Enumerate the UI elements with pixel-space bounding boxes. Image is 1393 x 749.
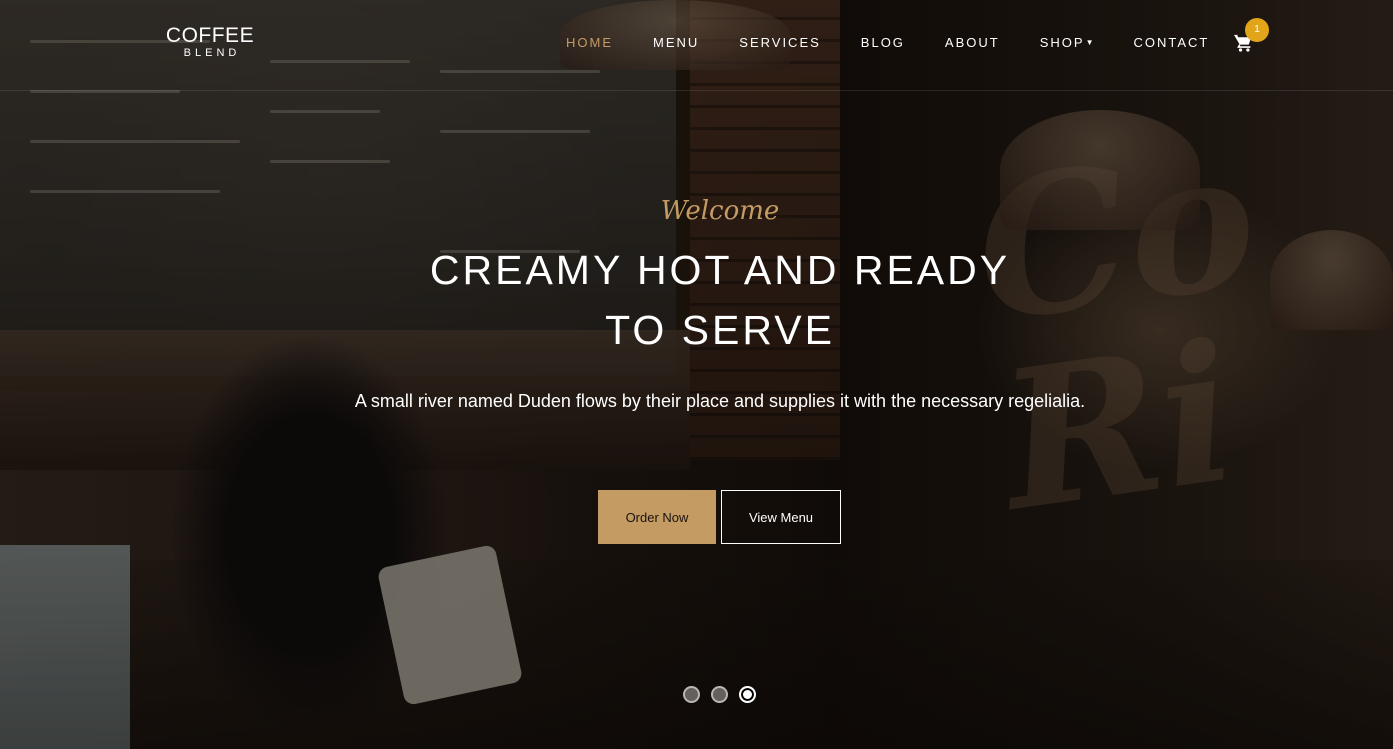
nav-menu: HOME MENU SERVICES BLOG ABOUT SHOP▼ CONT… bbox=[566, 35, 1249, 50]
caret-down-icon: ▼ bbox=[1085, 38, 1094, 47]
carousel-dot-3[interactable] bbox=[739, 686, 756, 703]
nav-item-home[interactable]: HOME bbox=[566, 35, 613, 50]
hero-subtitle: A small river named Duden flows by their… bbox=[354, 391, 1086, 411]
cart-count-badge: 1 bbox=[1245, 18, 1269, 42]
navbar: COFFEE BLEND HOME MENU SERVICES BLOG ABO… bbox=[0, 0, 1393, 91]
carousel-dot-1[interactable] bbox=[683, 686, 700, 703]
nav-item-shop-label: SHOP bbox=[1039, 35, 1085, 50]
nav-item-menu[interactable]: MENU bbox=[653, 35, 699, 50]
nav-item-services[interactable]: SERVICES bbox=[739, 35, 821, 50]
welcome-text: Welcome bbox=[660, 196, 780, 226]
order-now-button[interactable]: Order Now bbox=[598, 490, 716, 544]
carousel-dots bbox=[683, 686, 767, 703]
nav-item-shop[interactable]: SHOP▼ bbox=[1040, 35, 1094, 50]
brand-tagline: BLEND bbox=[183, 47, 241, 59]
brand-name: COFFEE bbox=[165, 24, 255, 47]
hero-headline: CREAMY HOT AND READY TO SERVE bbox=[429, 247, 1011, 353]
brand-logo[interactable]: COFFEE BLEND bbox=[165, 24, 255, 60]
nav-item-about[interactable]: ABOUT bbox=[945, 35, 1000, 50]
nav-item-blog[interactable]: BLOG bbox=[861, 35, 905, 50]
carousel-dot-2[interactable] bbox=[711, 686, 728, 703]
view-menu-button[interactable]: View Menu bbox=[721, 490, 841, 544]
hero-overlay bbox=[0, 0, 1393, 749]
nav-item-contact[interactable]: CONTACT bbox=[1133, 35, 1209, 50]
